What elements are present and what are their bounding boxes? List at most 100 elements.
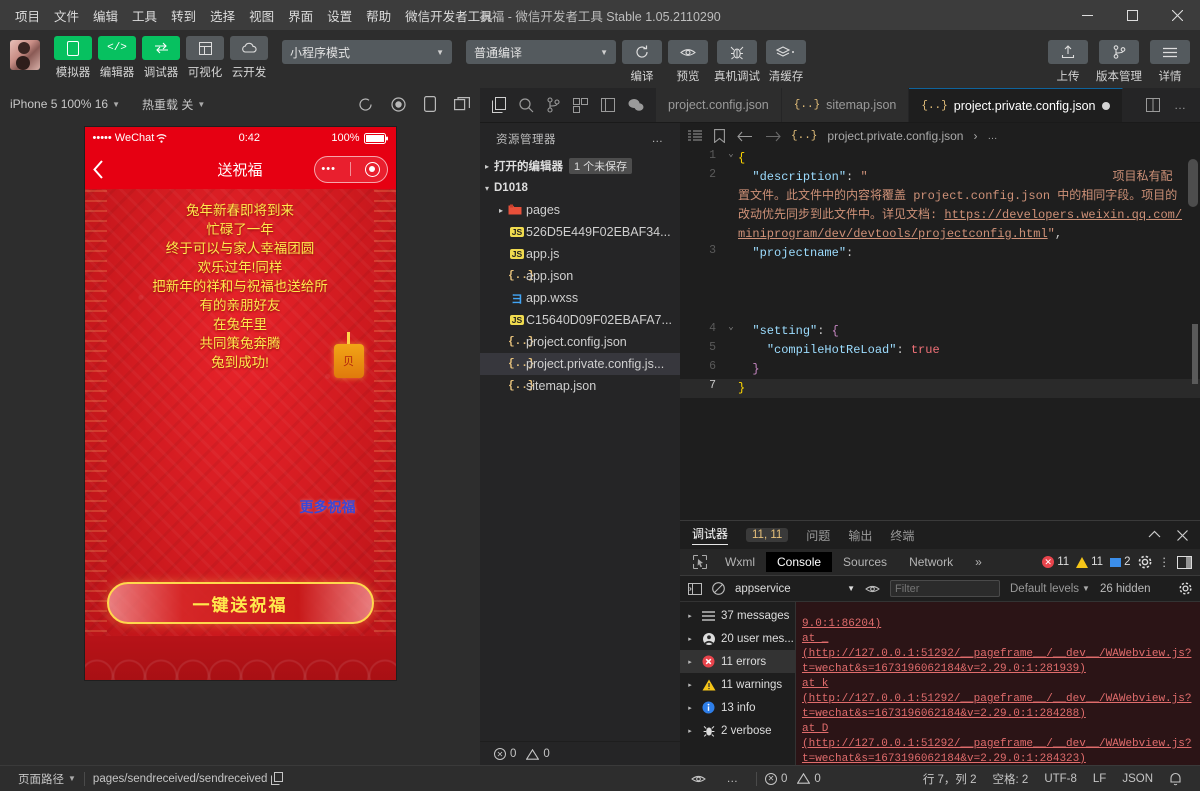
menu-item-4[interactable]: 转到: [164, 2, 203, 29]
sidebar-toggle-icon[interactable]: [688, 583, 702, 595]
split-editor-icon[interactable]: [1146, 98, 1160, 112]
record-icon[interactable]: [391, 97, 406, 112]
toolbar-button-realdevice[interactable]: 真机调试: [714, 36, 760, 84]
page-path-select[interactable]: 页面路径 ▼: [10, 771, 84, 787]
search-icon[interactable]: [519, 98, 534, 113]
inspect-element-icon[interactable]: [686, 551, 714, 573]
menu-item-9[interactable]: 帮助: [359, 2, 398, 29]
explorer-item-appwxss[interactable]: ヨ app.wxss: [480, 287, 680, 309]
debugger-tab-terminal[interactable]: 终端: [890, 527, 914, 544]
toolbar-button-cloud[interactable]: 云开发: [230, 36, 268, 80]
mode-select[interactable]: 小程序模式 ▼: [282, 40, 452, 64]
editor-tab-2[interactable]: {..} project.private.config.json: [909, 88, 1122, 122]
devtools-tab-network[interactable]: Network: [898, 552, 964, 572]
explorer-project-root[interactable]: ▾ D1018: [480, 177, 680, 199]
menu-item-1[interactable]: 文件: [47, 2, 86, 29]
fold-toggle-1[interactable]: ⌄: [724, 149, 738, 168]
console-count-verbose[interactable]: ▸ 2 verbose: [680, 719, 795, 742]
rotate-device-icon[interactable]: [424, 96, 436, 112]
extensions-icon[interactable]: [573, 98, 588, 113]
warning-count-chip[interactable]: 11: [1076, 556, 1103, 568]
toolbar-button-version[interactable]: 版本管理: [1096, 36, 1142, 84]
console-count-errors[interactable]: ▸ 11 errors: [680, 650, 795, 673]
menu-item-0[interactable]: 项目: [8, 2, 47, 29]
editor-tab-0[interactable]: project.config.json: [656, 88, 782, 122]
console-context-select[interactable]: appservice ▼: [735, 580, 855, 598]
info-count-chip[interactable]: 2: [1110, 556, 1130, 568]
bell-icon[interactable]: [1161, 772, 1190, 786]
minimize-button[interactable]: [1065, 0, 1110, 30]
user-avatar[interactable]: [10, 40, 40, 70]
code-editor[interactable]: 1 ⌄ { 2 "description": " 项目私有配置文件。此文件中的内…: [680, 149, 1200, 520]
outline-icon[interactable]: [688, 130, 702, 142]
problems-summary[interactable]: ✕ 0 0: [757, 773, 829, 785]
toolbar-button-details[interactable]: 详情: [1150, 36, 1190, 84]
editor-minimap-slider[interactable]: [1192, 324, 1198, 384]
phone-simulator[interactable]: ••••• WeChat 0:42 100% 送祝福 •••: [84, 126, 397, 681]
eye-icon[interactable]: [865, 584, 880, 594]
console-count-user-messages[interactable]: ▸ 20 user mes...: [680, 627, 795, 650]
send-blessing-button[interactable]: 一键送祝福: [107, 582, 374, 624]
bookmark-icon[interactable]: [714, 129, 725, 143]
devtools-tab-console[interactable]: Console: [766, 552, 832, 572]
toolbar-button-debugger[interactable]: 调试器: [142, 36, 180, 80]
devtools-tab-wxml[interactable]: Wxml: [714, 552, 766, 572]
console-count-messages[interactable]: ▸ 37 messages: [680, 604, 795, 627]
editor-tab-1[interactable]: {..} sitemap.json: [782, 88, 910, 122]
toolbar-button-compile[interactable]: 编译: [622, 36, 662, 84]
explorer-item-appjson[interactable]: {..} app.json: [480, 265, 680, 287]
forward-arrow-icon[interactable]: [765, 131, 781, 142]
explorer-more-icon[interactable]: …: [652, 133, 665, 145]
menu-item-10[interactable]: 微信开发者工具: [398, 2, 500, 29]
compile-select[interactable]: 普通编译 ▼: [466, 40, 616, 64]
explorer-item-projectconfig[interactable]: {..} project.config.json: [480, 331, 680, 353]
debugger-tab-problems[interactable]: 问题: [806, 527, 830, 544]
more-blessings-link[interactable]: 更多祝福: [300, 497, 356, 517]
debugger-tab-output[interactable]: 输出: [848, 527, 872, 544]
fold-toggle-4[interactable]: ⌄: [724, 322, 738, 341]
clear-console-icon[interactable]: [712, 582, 725, 595]
explorer-problems-summary[interactable]: ✕ 0 0: [484, 743, 676, 765]
copy-icon[interactable]: [271, 772, 283, 785]
settings-gear-icon[interactable]: [1179, 582, 1192, 595]
devtools-tab-sources[interactable]: Sources: [832, 552, 898, 572]
language-mode[interactable]: JSON: [1114, 773, 1161, 785]
toolbar-button-preview[interactable]: 预览: [668, 36, 708, 84]
editor-scrollbar[interactable]: [1188, 159, 1198, 207]
breadcrumb-tail[interactable]: …: [987, 131, 997, 142]
eye-icon[interactable]: [691, 774, 706, 784]
wechat-capsule[interactable]: •••: [314, 156, 388, 183]
device-select[interactable]: iPhone 5 100% 16 ▼: [10, 97, 120, 111]
menu-item-2[interactable]: 编辑: [86, 2, 125, 29]
explorer-item-5[interactable]: JS C15640D09F02EBAFA7...: [480, 309, 680, 331]
wechat-icon[interactable]: [628, 98, 644, 112]
console-filter-input[interactable]: [890, 580, 1000, 597]
eol-setting[interactable]: LF: [1085, 773, 1114, 785]
toolbar-button-upload[interactable]: 上传: [1048, 36, 1088, 84]
debugger-tab-debugger[interactable]: 调试器: [692, 525, 728, 545]
menu-item-8[interactable]: 设置: [320, 2, 359, 29]
explorer-item-1[interactable]: JS 526D5E449F02EBAF34...: [480, 221, 680, 243]
explorer-item-appjs[interactable]: JS app.js: [480, 243, 680, 265]
copy-files-icon[interactable]: [492, 97, 506, 113]
explorer-item-sitemap[interactable]: {..} sitemap.json: [480, 375, 680, 397]
more-vertical-icon[interactable]: ⋮: [1159, 555, 1171, 569]
cursor-position[interactable]: 行 7，列 2: [915, 771, 985, 787]
page-path-value-group[interactable]: pages/sendreceived/sendreceived: [85, 772, 292, 785]
toolbar-button-editor[interactable]: </> 编辑器: [98, 36, 136, 80]
dock-icon[interactable]: [1177, 556, 1192, 569]
close-button[interactable]: [1155, 0, 1200, 30]
explorer-item-pages[interactable]: ▸ pages: [480, 199, 680, 221]
refresh-icon[interactable]: [358, 97, 373, 112]
source-control-icon[interactable]: [547, 97, 560, 113]
devtools-tab-overflow[interactable]: »: [964, 552, 993, 572]
toolbar-button-visual[interactable]: 可视化: [186, 36, 224, 80]
error-count-chip[interactable]: ✕ 11: [1042, 556, 1069, 568]
more-actions-icon[interactable]: …: [1174, 98, 1188, 112]
menu-item-6[interactable]: 视图: [242, 2, 281, 29]
maximize-button[interactable]: [1110, 0, 1155, 30]
console-count-info[interactable]: ▸ 13 info: [680, 696, 795, 719]
close-icon[interactable]: [1177, 530, 1188, 541]
menu-item-5[interactable]: 选择: [203, 2, 242, 29]
toolbar-button-simulator[interactable]: 模拟器: [54, 36, 92, 80]
